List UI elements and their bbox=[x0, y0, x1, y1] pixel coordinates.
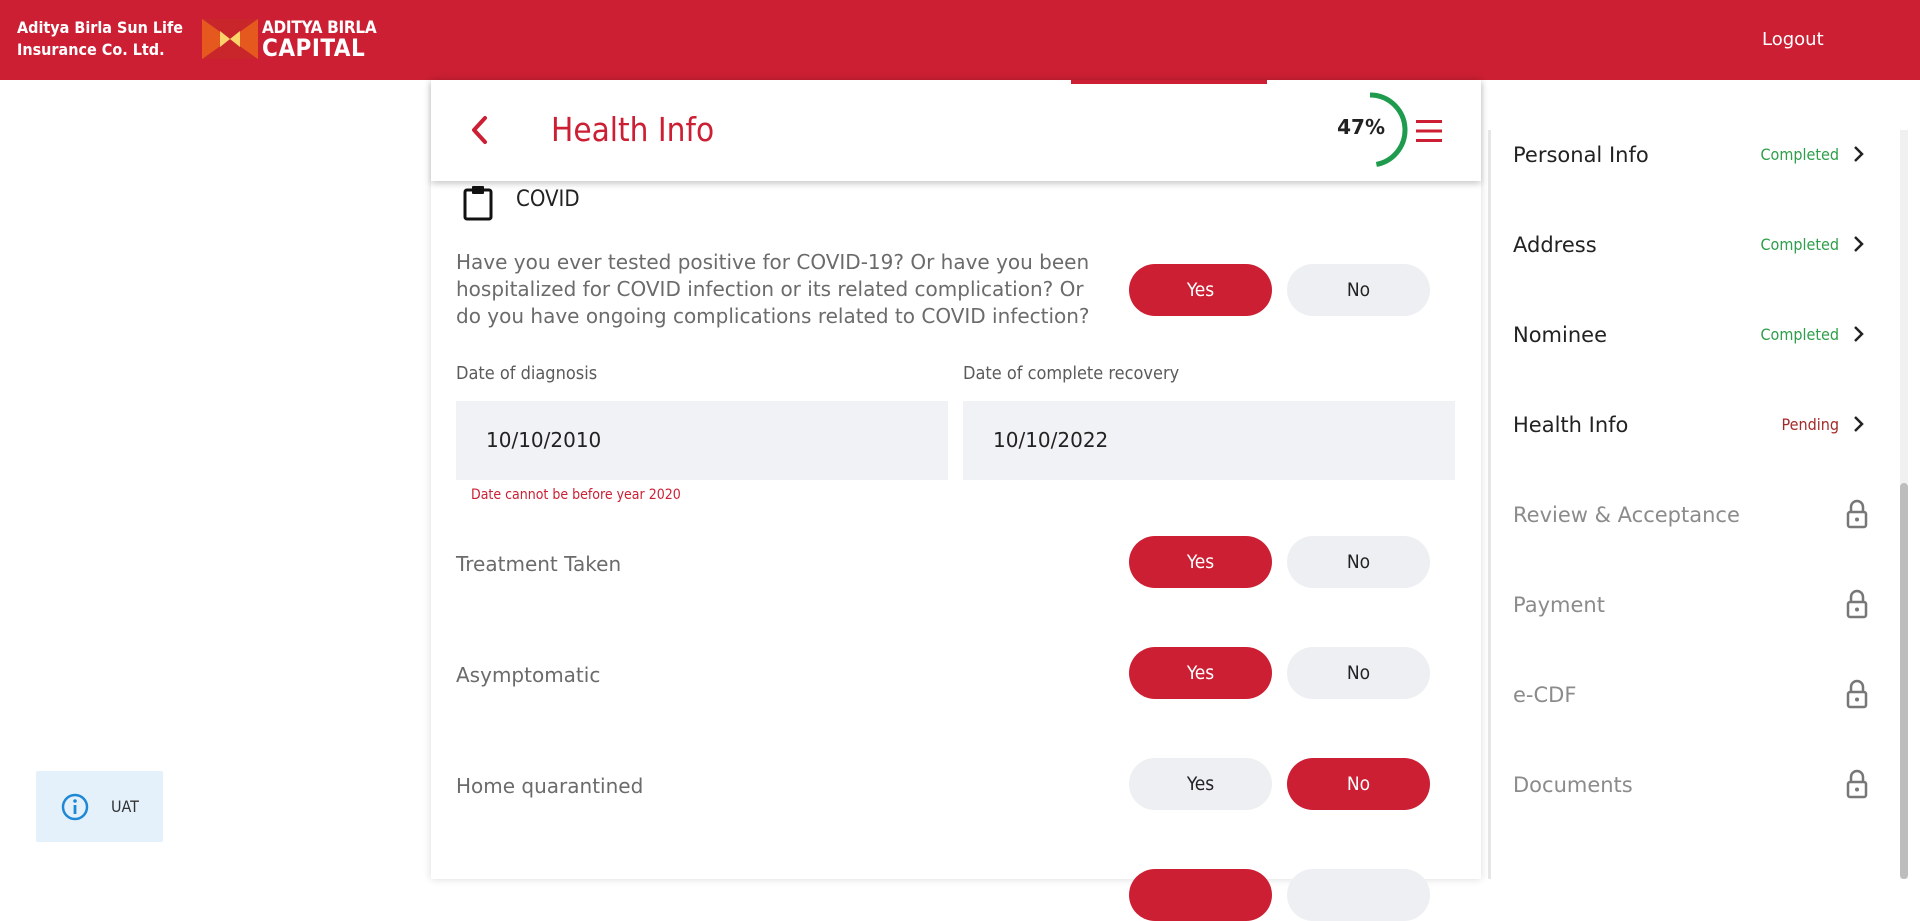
company-name: Aditya Birla Sun Life Insurance Co. Ltd. bbox=[17, 17, 183, 61]
sidebar-item-label: Review & Acceptance bbox=[1513, 503, 1740, 527]
sidebar-item-review-acceptance: Review & Acceptance bbox=[1513, 495, 1883, 535]
next-question-no-button[interactable] bbox=[1287, 869, 1430, 921]
home-quarantined-yes-button[interactable]: Yes bbox=[1129, 758, 1272, 810]
sidebar-item-nominee[interactable]: Nominee Completed bbox=[1513, 315, 1883, 355]
section-title: COVID bbox=[516, 187, 580, 212]
home-quarantined-no-button[interactable]: No bbox=[1287, 758, 1430, 810]
status-badge: Completed bbox=[1760, 235, 1839, 254]
diagnosis-date-error: Date cannot be before year 2020 bbox=[471, 487, 681, 503]
sidebar-item-address[interactable]: Address Completed bbox=[1513, 225, 1883, 265]
chevron-left-icon[interactable] bbox=[467, 112, 491, 148]
active-step-indicator bbox=[1071, 80, 1267, 84]
lock-icon bbox=[1846, 499, 1868, 529]
chevron-right-icon bbox=[1854, 236, 1864, 252]
lock-icon bbox=[1846, 769, 1868, 799]
sidebar-item-label: Personal Info bbox=[1513, 143, 1649, 167]
logo-mark-icon bbox=[202, 19, 258, 59]
lock-icon bbox=[1846, 679, 1868, 709]
next-question-yes-button[interactable] bbox=[1129, 869, 1272, 921]
sidebar-item-label: Payment bbox=[1513, 593, 1605, 617]
info-icon bbox=[61, 793, 89, 821]
sidebar-item-health-info[interactable]: Health Info Pending bbox=[1513, 405, 1883, 445]
diagnosis-date-label: Date of diagnosis bbox=[456, 363, 598, 384]
environment-label: UAT bbox=[111, 797, 139, 816]
company-name-line1: Aditya Birla Sun Life bbox=[17, 18, 184, 37]
company-name-line2: Insurance Co. Ltd. bbox=[17, 40, 165, 59]
sidebar-item-label: Health Info bbox=[1513, 413, 1629, 437]
recovery-date-field[interactable]: 10/10/2022 bbox=[963, 401, 1455, 480]
sidebar-item-e-cdf: e-CDF bbox=[1513, 675, 1883, 715]
page-header: Health Info 47% bbox=[431, 80, 1481, 181]
sidebar-scrollbar-thumb[interactable] bbox=[1900, 483, 1908, 879]
chevron-right-icon bbox=[1854, 416, 1864, 432]
hamburger-menu-icon[interactable] bbox=[1414, 118, 1444, 144]
sidebar-item-documents: Documents bbox=[1513, 765, 1883, 805]
sidebar-item-label: e-CDF bbox=[1513, 683, 1577, 707]
asymptomatic-label: Asymptomatic bbox=[456, 663, 601, 687]
clipboard-icon bbox=[463, 186, 493, 221]
logo-text-line2: CAPITAL bbox=[262, 34, 366, 62]
progress-percent: 47% bbox=[1337, 115, 1385, 139]
asymptomatic-yes-button[interactable]: Yes bbox=[1129, 647, 1272, 699]
status-badge: Completed bbox=[1760, 325, 1839, 344]
top-bar: Aditya Birla Sun Life Insurance Co. Ltd.… bbox=[0, 0, 1920, 80]
covid-no-button[interactable]: No bbox=[1287, 264, 1430, 316]
sidebar-divider bbox=[1488, 130, 1491, 879]
sidebar-item-label: Documents bbox=[1513, 773, 1633, 797]
status-badge: Completed bbox=[1760, 145, 1839, 164]
treatment-taken-yes-button[interactable]: Yes bbox=[1129, 536, 1272, 588]
sidebar-item-label: Nominee bbox=[1513, 323, 1607, 347]
asymptomatic-no-button[interactable]: No bbox=[1287, 647, 1430, 699]
status-badge: Pending bbox=[1781, 415, 1840, 434]
treatment-taken-no-button[interactable]: No bbox=[1287, 536, 1430, 588]
diagnosis-date-field[interactable]: 10/10/2010 bbox=[456, 401, 948, 480]
environment-badge: UAT bbox=[36, 771, 163, 842]
sidebar-item-label: Address bbox=[1513, 233, 1597, 257]
chevron-right-icon bbox=[1854, 326, 1864, 342]
recovery-date-label: Date of complete recovery bbox=[963, 363, 1180, 384]
sidebar-item-payment: Payment bbox=[1513, 585, 1883, 625]
lock-icon bbox=[1846, 589, 1868, 619]
covid-yes-button[interactable]: Yes bbox=[1129, 264, 1272, 316]
page-title: Health Info bbox=[551, 110, 715, 149]
logout-button[interactable]: Logout bbox=[1762, 29, 1824, 50]
chevron-right-icon bbox=[1854, 146, 1864, 162]
home-quarantined-label: Home quarantined bbox=[456, 774, 644, 798]
covid-question-text: Have you ever tested positive for COVID-… bbox=[456, 250, 1090, 328]
aditya-birla-capital-logo: ADITYA BIRLA CAPITAL bbox=[202, 19, 377, 60]
sidebar-item-personal-info[interactable]: Personal Info Completed bbox=[1513, 135, 1883, 175]
treatment-taken-label: Treatment Taken bbox=[456, 552, 622, 576]
